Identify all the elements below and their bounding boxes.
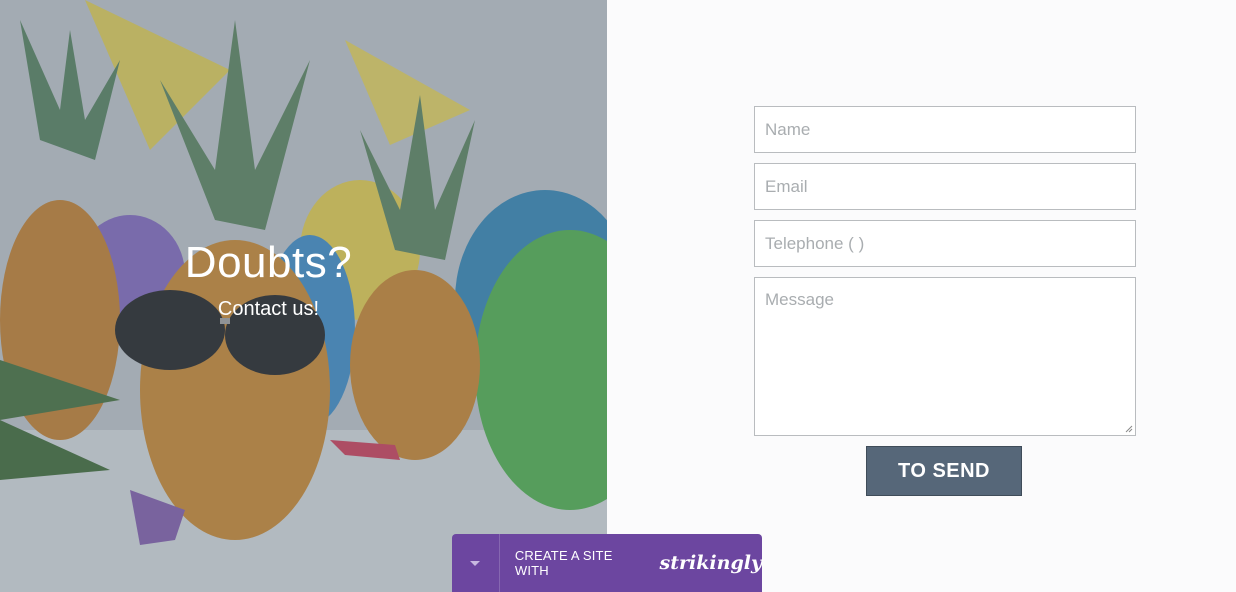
hero-text: Doubts? Contact us! <box>0 238 537 321</box>
strikingly-badge: CREATE A SITE WITH strikingly <box>452 534 762 592</box>
telephone-input[interactable] <box>755 221 1135 266</box>
hero-subtitle: Contact us! <box>217 298 320 320</box>
contact-form: TO SEND <box>754 106 1136 496</box>
hero-panel: Doubts? Contact us! <box>0 0 607 592</box>
telephone-field-wrapper <box>754 220 1136 267</box>
strikingly-logo: strikingly <box>659 552 762 574</box>
badge-collapse-toggle[interactable] <box>452 534 500 592</box>
name-input[interactable] <box>755 107 1135 152</box>
send-button[interactable]: TO SEND <box>866 446 1022 496</box>
message-field-wrapper <box>754 277 1136 436</box>
email-field-wrapper <box>754 163 1136 210</box>
email-input[interactable] <box>755 164 1135 209</box>
resize-handle-icon[interactable] <box>1125 425 1133 433</box>
caret-down-icon <box>470 560 481 566</box>
create-site-link[interactable]: CREATE A SITE WITH strikingly <box>500 548 762 578</box>
name-field-wrapper <box>754 106 1136 153</box>
badge-text: CREATE A SITE WITH <box>514 548 613 578</box>
message-textarea[interactable] <box>755 278 1135 435</box>
hero-title: Doubts? <box>184 238 353 287</box>
